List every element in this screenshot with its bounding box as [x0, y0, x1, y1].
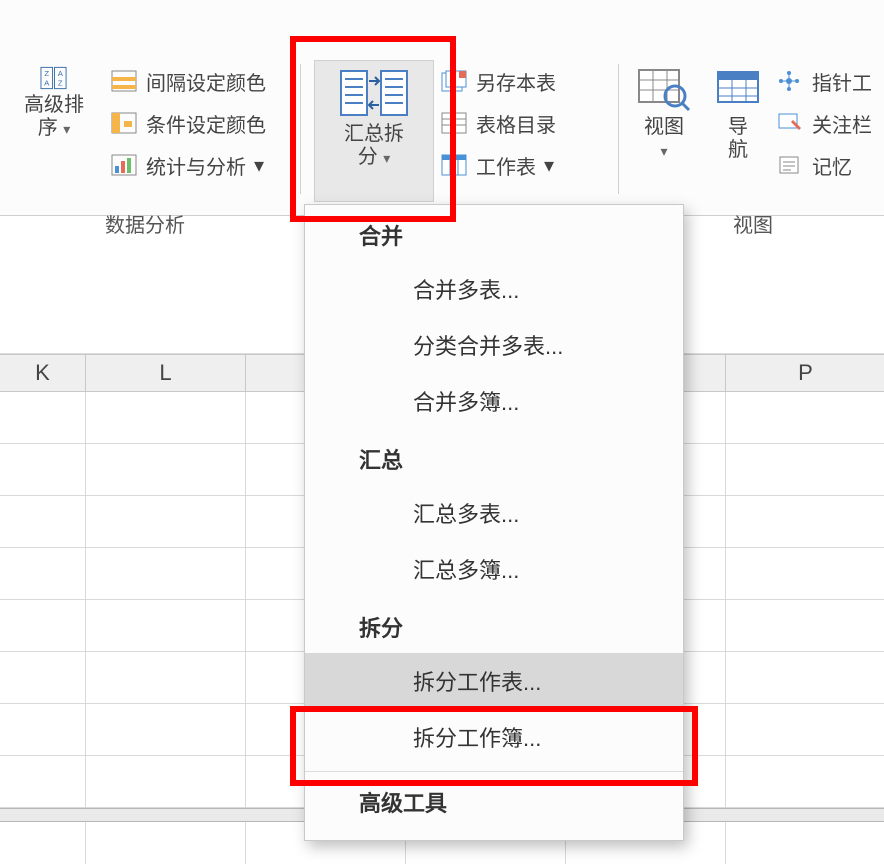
worksheet-button[interactable]: 工作表 ▾ — [440, 144, 612, 186]
advanced-sort-label-l2: 序 — [38, 117, 58, 139]
follow-cell-button[interactable]: 关注栏 — [776, 102, 884, 144]
ribbon-separator — [300, 64, 301, 194]
summary-split-icon — [339, 67, 409, 119]
ribbon-group-view: 视图 ▾ 导航 指针工 关注栏 — [622, 60, 884, 210]
summary-split-label-l2: 分 — [358, 146, 378, 168]
interval-color-button[interactable]: 间隔设定颜色 — [110, 60, 290, 102]
svg-text:Z: Z — [58, 79, 63, 88]
pointer-icon — [776, 69, 804, 93]
table-catalog-icon — [440, 111, 468, 135]
worksheet-icon — [440, 153, 468, 177]
nav-label-l2: 航 — [728, 139, 748, 161]
pointer-tool-button[interactable]: 指针工 — [776, 60, 884, 102]
condition-color-button[interactable]: 条件设定颜色 — [110, 102, 290, 144]
nav-button[interactable]: 导航 — [706, 60, 770, 202]
ribbon-group-data-analysis: Z A A Z 高级排序 ▾ 间隔设定颜色 — [0, 60, 290, 210]
view-label: 视图 — [644, 116, 684, 138]
memory-label: 记忆 — [812, 151, 852, 180]
view-icon — [637, 66, 691, 112]
summary-split-dropdown: 合并 合并多表... 分类合并多表... 合并多簿... 汇总 汇总多表... … — [304, 204, 684, 841]
interval-color-icon — [110, 69, 138, 93]
save-copy-icon — [440, 69, 468, 93]
chevron-down-icon: ▾ — [254, 153, 264, 178]
follow-cell-label: 关注栏 — [812, 109, 872, 138]
ribbon-toolbar: Z A A Z 高级排序 ▾ 间隔设定颜色 — [0, 0, 884, 216]
advanced-sort-label-l1: 高级排 — [24, 94, 84, 116]
menu-merge-multi-workbook[interactable]: 合并多簿... — [305, 373, 683, 429]
chevron-down-icon: ▾ — [383, 150, 390, 166]
save-copy-button[interactable]: 另存本表 — [440, 60, 612, 102]
interval-color-label: 间隔设定颜色 — [146, 67, 266, 96]
chevron-down-icon: ▾ — [63, 121, 70, 137]
column-header[interactable]: K — [0, 354, 86, 392]
chevron-down-icon: ▾ — [544, 153, 554, 178]
menu-merge-by-category[interactable]: 分类合并多表... — [305, 317, 683, 373]
chevron-down-icon: ▾ — [660, 143, 667, 159]
menu-section-advanced: 高级工具 — [305, 771, 683, 828]
menu-merge-multi-sheet[interactable]: 合并多表... — [305, 261, 683, 317]
pointer-tool-label: 指针工 — [812, 67, 872, 96]
ribbon-group-label-data: 数据分析 — [0, 209, 290, 238]
condition-color-label: 条件设定颜色 — [146, 109, 266, 138]
sort-icon: Z A A Z — [40, 66, 68, 90]
save-copy-label: 另存本表 — [476, 67, 556, 96]
column-header[interactable]: L — [86, 354, 246, 392]
table-catalog-button[interactable]: 表格目录 — [440, 102, 612, 144]
svg-text:A: A — [44, 79, 50, 88]
menu-split-workbook[interactable]: 拆分工作簿... — [305, 709, 683, 765]
nav-label-l1: 导 — [728, 116, 748, 138]
memory-button[interactable]: 记忆 — [776, 144, 884, 186]
svg-text:A: A — [58, 69, 64, 78]
summary-split-button[interactable]: 汇总拆分 ▾ — [314, 60, 434, 202]
menu-summary-multi-sheet[interactable]: 汇总多表... — [305, 485, 683, 541]
memory-icon — [776, 153, 804, 177]
stats-analysis-button[interactable]: 统计与分析 ▾ — [110, 144, 290, 186]
column-header[interactable]: P — [726, 354, 884, 392]
view-button[interactable]: 视图 ▾ — [626, 60, 702, 202]
table-catalog-label: 表格目录 — [476, 109, 556, 138]
worksheet-label: 工作表 — [476, 151, 536, 180]
menu-section-summary: 汇总 — [305, 429, 683, 485]
follow-cell-icon — [776, 111, 804, 135]
menu-section-merge: 合并 — [305, 205, 683, 261]
condition-color-icon — [110, 111, 138, 135]
menu-section-split: 拆分 — [305, 597, 683, 653]
menu-summary-multi-workbook[interactable]: 汇总多簿... — [305, 541, 683, 597]
nav-icon — [714, 66, 762, 112]
stats-icon — [110, 153, 138, 177]
stats-analysis-label: 统计与分析 — [146, 151, 246, 180]
menu-split-worksheet[interactable]: 拆分工作表... — [305, 653, 683, 709]
svg-text:Z: Z — [44, 69, 49, 78]
ribbon-separator — [618, 64, 619, 194]
advanced-sort-button[interactable]: Z A A Z 高级排序 ▾ — [6, 60, 102, 202]
summary-split-label-l1: 汇总拆 — [344, 123, 404, 145]
